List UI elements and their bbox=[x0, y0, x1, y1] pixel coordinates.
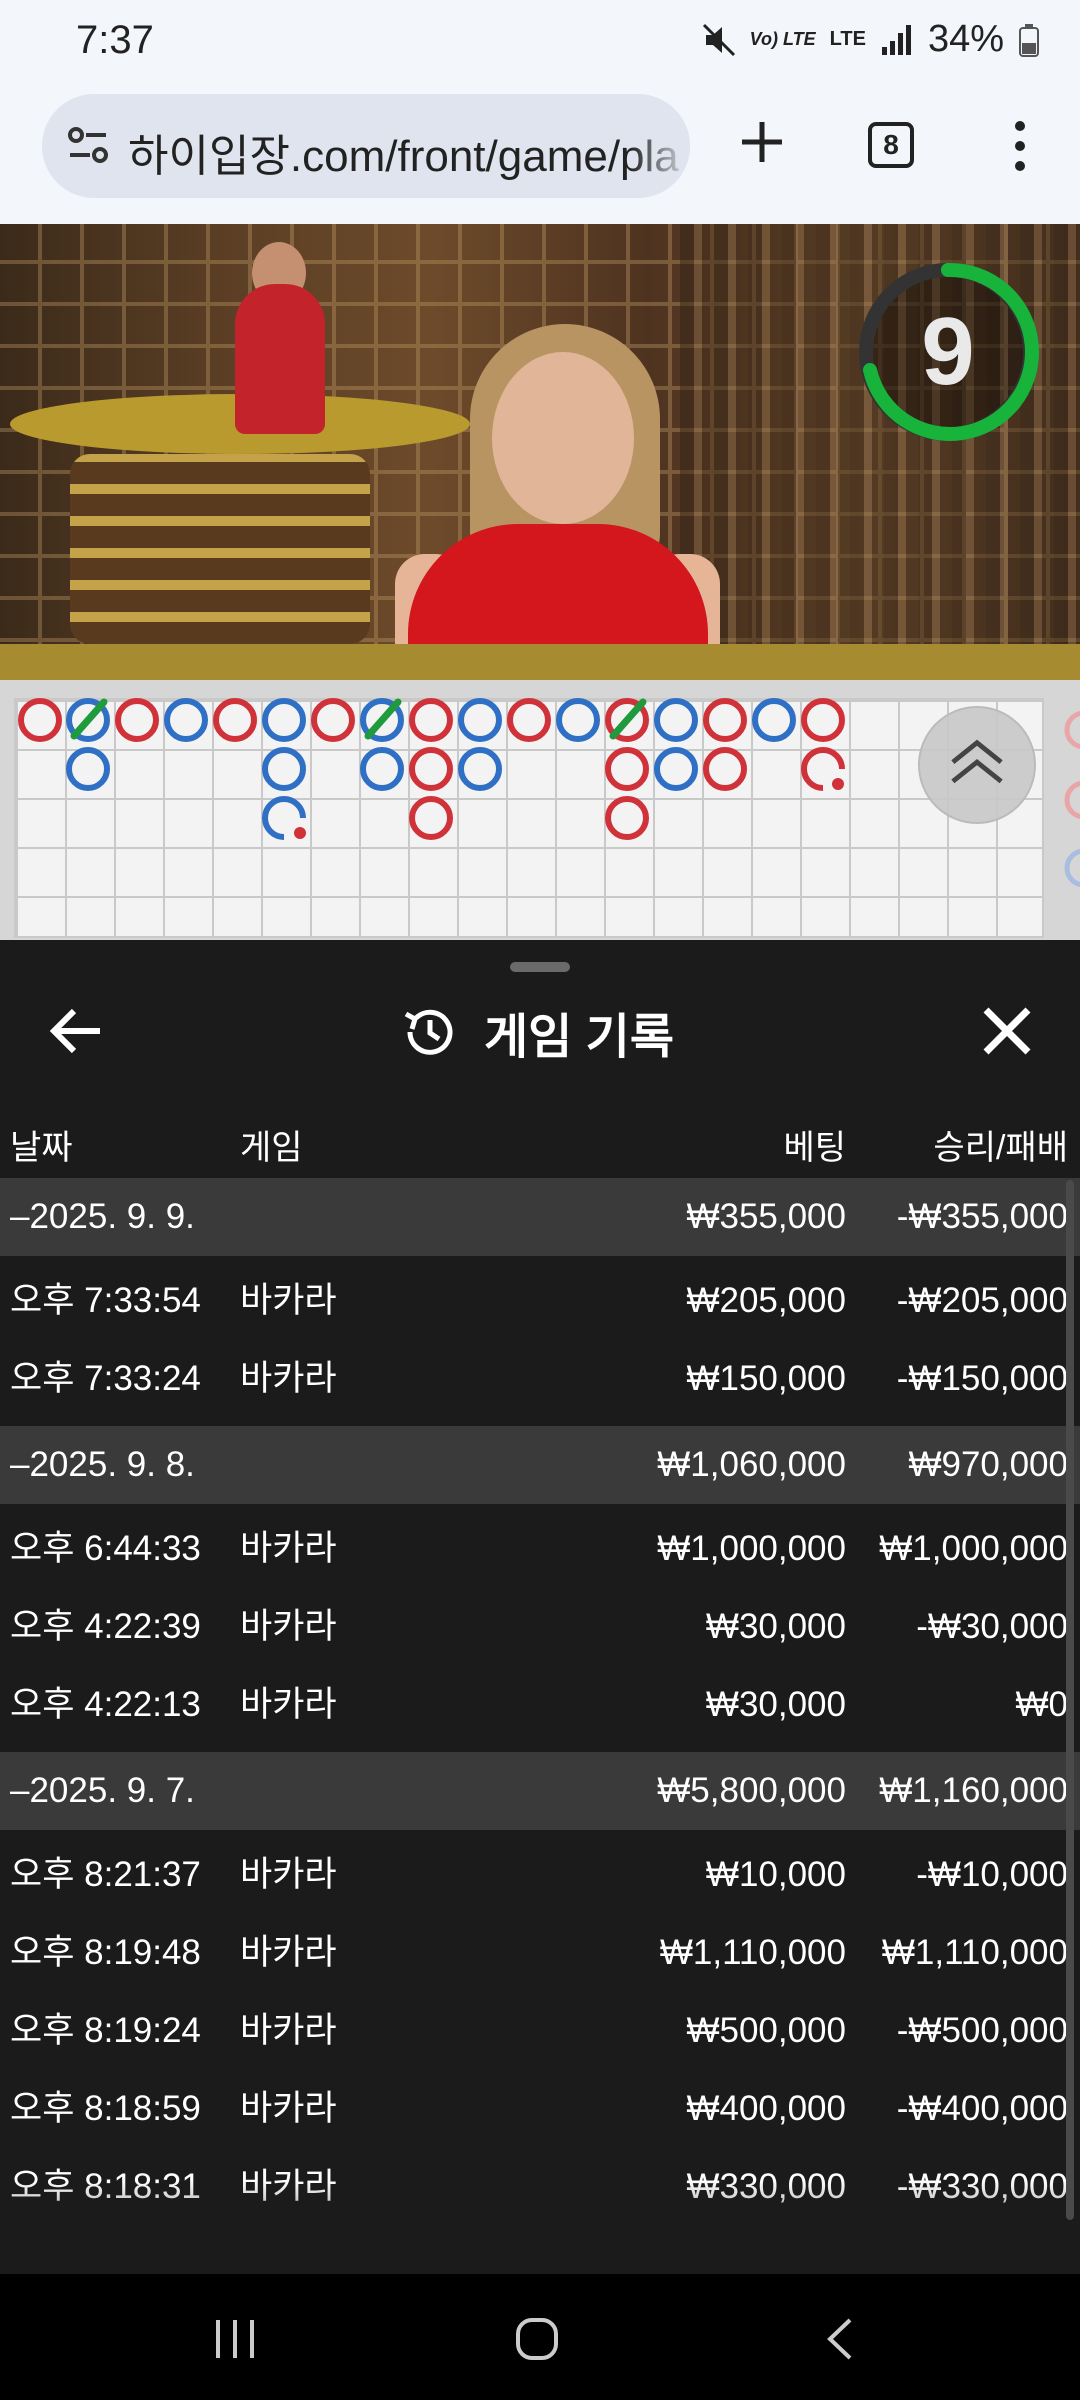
row-game: 바카라 bbox=[240, 1607, 337, 1646]
lte-indicator: LTE bbox=[829, 28, 866, 50]
row-result: -₩10,000 bbox=[916, 1855, 1068, 1894]
sheet-title-text: 게임 기록 bbox=[484, 1011, 674, 1064]
row-result: -₩150,000 bbox=[896, 1359, 1068, 1398]
row-game: 바카라 bbox=[240, 1933, 337, 1972]
side-road-marks bbox=[1064, 710, 1080, 888]
group-total-bet: ₩355,000 bbox=[686, 1197, 846, 1236]
new-tab-icon[interactable] bbox=[730, 110, 794, 174]
group-total-bet: ₩5,800,000 bbox=[657, 1771, 846, 1810]
history-row[interactable]: 오후 6:44:33 바카라 ₩1,000,000 ₩1,000,000 bbox=[0, 1510, 1080, 1588]
row-time: 오후 8:18:59 bbox=[10, 2089, 201, 2128]
road-marks bbox=[18, 698, 845, 840]
history-row[interactable]: 오후 7:33:24 바카라 ₩150,000 -₩150,000 bbox=[0, 1340, 1080, 1418]
row-time: 오후 7:33:54 bbox=[10, 1281, 201, 1320]
close-icon[interactable] bbox=[974, 998, 1040, 1064]
row-bet: ₩10,000 bbox=[705, 1855, 846, 1894]
status-time: 7:37 bbox=[76, 18, 154, 62]
history-icon bbox=[404, 1009, 453, 1055]
row-game: 바카라 bbox=[240, 1685, 337, 1724]
row-time: 오후 6:44:33 bbox=[10, 1529, 201, 1568]
url-text[interactable]: 하이입장.com/front/game/pla bbox=[128, 120, 679, 184]
row-time: 오후 4:22:39 bbox=[10, 1607, 201, 1646]
row-result: -₩400,000 bbox=[896, 2089, 1068, 2128]
group-total-result: ₩970,000 bbox=[908, 1445, 1068, 1484]
history-row[interactable]: 오후 8:19:48 바카라 ₩1,110,000 ₩1,110,000 bbox=[0, 1914, 1080, 1992]
battery-icon bbox=[1019, 23, 1039, 57]
row-result: -₩205,000 bbox=[896, 1281, 1068, 1320]
row-result: ₩0 bbox=[1015, 1685, 1069, 1724]
system-nav-bar bbox=[0, 2274, 1080, 2400]
status-bar: 7:37 Vo) LTE LTE 34% bbox=[0, 0, 1080, 88]
row-bet: ₩150,000 bbox=[686, 1359, 846, 1398]
date-group-row[interactable]: –2025. 9. 9. ₩355,000 -₩355,000 bbox=[0, 1178, 1080, 1256]
column-header-game[interactable]: 게임 bbox=[240, 1120, 303, 1169]
group-date: –2025. 9. 7. bbox=[10, 1771, 195, 1810]
site-settings-icon[interactable] bbox=[64, 120, 114, 170]
group-total-bet: ₩1,060,000 bbox=[657, 1445, 846, 1484]
history-row[interactable]: 오후 8:21:37 바카라 ₩10,000 -₩10,000 bbox=[0, 1836, 1080, 1914]
countdown-timer: 9 bbox=[921, 298, 975, 405]
row-result: -₩500,000 bbox=[896, 2011, 1068, 2050]
row-bet: ₩30,000 bbox=[705, 1685, 846, 1724]
date-group-row[interactable]: –2025. 9. 7. ₩5,800,000 ₩1,160,000 bbox=[0, 1752, 1080, 1830]
row-time: 오후 4:22:13 bbox=[10, 1685, 201, 1724]
address-bar[interactable]: 하이입장.com/front/game/pla bbox=[42, 94, 690, 198]
row-bet: ₩500,000 bbox=[686, 2011, 846, 2050]
column-header-date[interactable]: 날짜 bbox=[10, 1120, 73, 1169]
home-icon[interactable] bbox=[512, 2314, 562, 2364]
column-header-result[interactable]: 승리/패배 bbox=[933, 1120, 1068, 1169]
row-time: 오후 8:19:24 bbox=[10, 2011, 201, 2050]
history-row[interactable]: 오후 8:18:59 바카라 ₩400,000 -₩400,000 bbox=[0, 2070, 1080, 2148]
row-game: 바카라 bbox=[240, 1281, 337, 1320]
row-result: ₩1,000,000 bbox=[879, 1529, 1068, 1568]
signal-icon bbox=[881, 24, 911, 55]
status-icons: Vo) LTE LTE 34% bbox=[702, 18, 1040, 61]
history-row[interactable]: 오후 7:33:54 바카라 ₩205,000 -₩205,000 bbox=[0, 1262, 1080, 1340]
row-bet: ₩205,000 bbox=[686, 1281, 846, 1320]
battery-percent: 34% bbox=[927, 18, 1004, 60]
row-game: 바카라 bbox=[240, 2089, 337, 2128]
sheet-title: 게임 기록 bbox=[398, 1000, 674, 1064]
tab-switcher-button[interactable]: 8 bbox=[868, 122, 914, 168]
row-time: 오후 7:33:24 bbox=[10, 1359, 201, 1398]
row-bet: ₩1,110,000 bbox=[659, 1933, 846, 1972]
row-game: 바카라 bbox=[240, 1855, 337, 1894]
nav-back-icon[interactable] bbox=[820, 2314, 860, 2364]
drag-handle[interactable] bbox=[510, 962, 570, 972]
row-result: -₩30,000 bbox=[916, 1607, 1068, 1646]
row-game: 바카라 bbox=[240, 1359, 337, 1398]
history-row[interactable]: 오후 4:22:13 바카라 ₩30,000 ₩0 bbox=[0, 1666, 1080, 1744]
row-time: 오후 8:21:37 bbox=[10, 1855, 201, 1894]
more-menu-icon[interactable] bbox=[1000, 118, 1040, 174]
group-total-result: -₩355,000 bbox=[896, 1197, 1068, 1236]
recent-apps-icon[interactable] bbox=[210, 2316, 260, 2362]
list-scrollbar[interactable] bbox=[1066, 1180, 1074, 2220]
row-time: 오후 8:19:48 bbox=[10, 1933, 201, 1972]
volte-indicator: Vo) LTE bbox=[749, 29, 816, 49]
history-row[interactable]: 오후 8:19:24 바카라 ₩500,000 -₩500,000 bbox=[0, 1992, 1080, 2070]
group-date: –2025. 9. 8. bbox=[10, 1445, 195, 1484]
row-result: ₩1,110,000 bbox=[881, 1933, 1068, 1972]
row-bet: ₩1,000,000 bbox=[657, 1529, 846, 1568]
group-date: –2025. 9. 9. bbox=[10, 1197, 195, 1236]
expand-up-icon[interactable] bbox=[918, 706, 1036, 824]
bead-road bbox=[0, 680, 1080, 940]
mute-icon bbox=[702, 23, 735, 56]
date-group-row[interactable]: –2025. 9. 8. ₩1,060,000 ₩970,000 bbox=[0, 1426, 1080, 1504]
group-total-result: ₩1,160,000 bbox=[879, 1771, 1068, 1810]
game-history-sheet: 게임 기록 날짜 게임 베팅 승리/패배 –2025. 9. 9. ₩355,0… bbox=[0, 940, 1080, 2274]
browser-toolbar: 하이입장.com/front/game/pla 8 bbox=[0, 88, 1080, 224]
row-game: 바카라 bbox=[240, 1529, 337, 1568]
back-arrow-icon[interactable] bbox=[42, 996, 112, 1066]
row-bet: ₩30,000 bbox=[705, 1607, 846, 1646]
history-row[interactable]: 오후 4:22:39 바카라 ₩30,000 -₩30,000 bbox=[0, 1588, 1080, 1666]
column-header-bet[interactable]: 베팅 bbox=[783, 1120, 846, 1169]
row-game: 바카라 bbox=[240, 2011, 337, 2050]
row-bet: ₩400,000 bbox=[686, 2089, 846, 2128]
